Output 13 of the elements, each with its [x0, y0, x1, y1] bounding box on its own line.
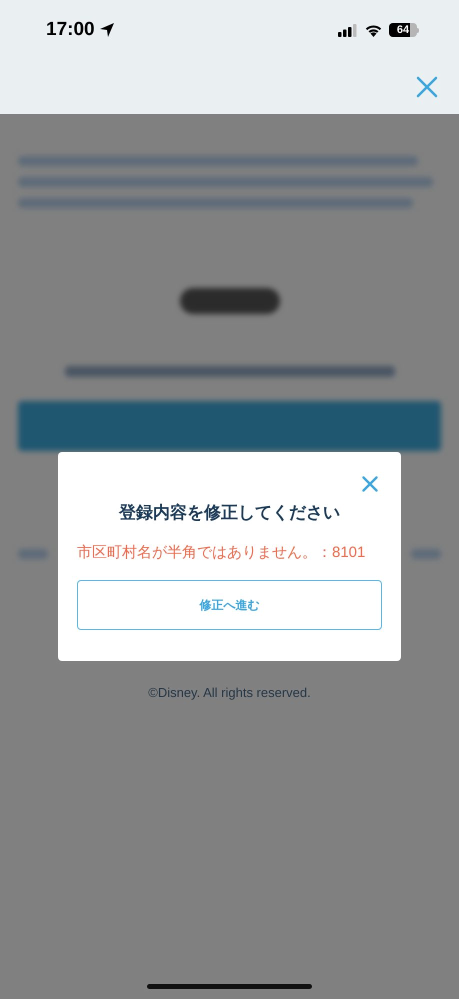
blurred-text-line	[18, 549, 48, 559]
signal-icon	[338, 24, 358, 36]
error-message: 市区町村名が半角ではありません。：8101	[77, 542, 366, 562]
dialog-title: 登録内容を修正してください	[119, 502, 340, 524]
close-button[interactable]	[360, 474, 380, 494]
close-button[interactable]	[415, 75, 439, 99]
blurred-text-line	[411, 549, 441, 559]
location-arrow-icon	[98, 22, 115, 38]
status-time: 17:00	[46, 18, 95, 42]
copyright-text: ©Disney. All rights reserved.	[148, 684, 311, 702]
wifi-icon	[364, 23, 383, 37]
battery-icon: 64	[389, 23, 419, 37]
proceed-button[interactable]: 修正へ進む	[77, 580, 382, 630]
